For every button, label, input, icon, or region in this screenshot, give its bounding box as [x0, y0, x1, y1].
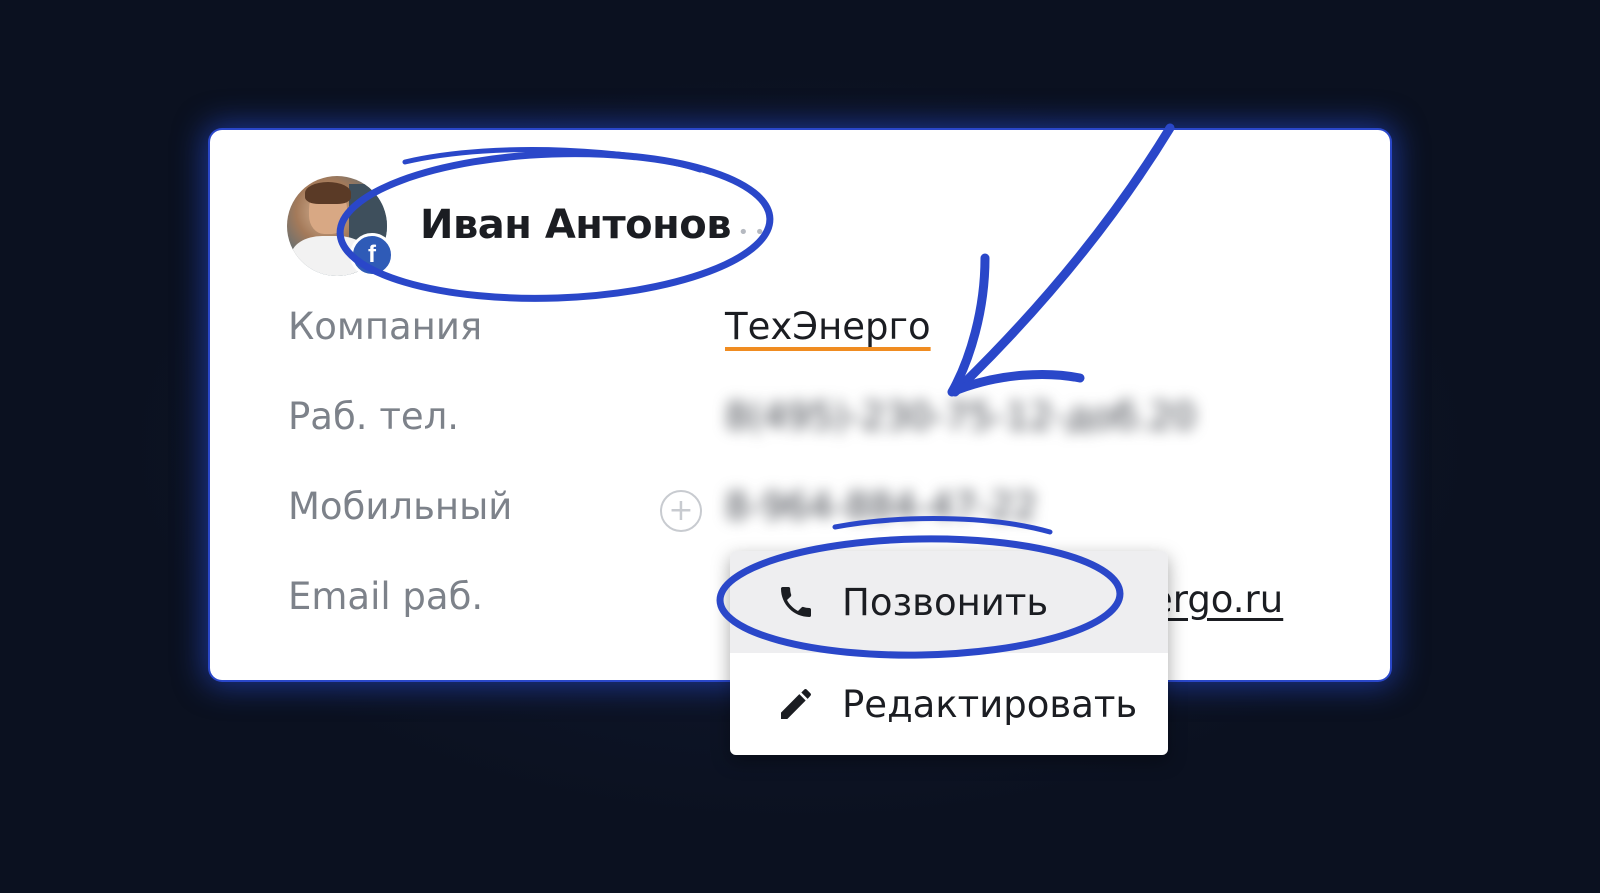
edit-menu-item[interactable]: Редактировать [730, 653, 1168, 755]
work-email-link[interactable]: ergo.ru [1150, 578, 1283, 621]
call-menu-item[interactable]: Позвонить [730, 551, 1168, 653]
phone-context-menu: Позвонить Редактировать [730, 551, 1168, 755]
more-dots-icon[interactable]: • • [738, 222, 765, 243]
work-email-label: Email раб. [288, 575, 484, 618]
contact-name: Иван Антонов [420, 202, 732, 248]
company-link[interactable]: ТехЭнерго [725, 305, 931, 348]
mobile-value[interactable]: 8-964-884-47-22 [725, 485, 1037, 528]
phone-icon [774, 580, 818, 624]
mobile-label: Мобильный [288, 485, 513, 528]
facebook-icon[interactable]: f [350, 233, 394, 277]
pencil-icon [774, 682, 818, 726]
work-phone-label: Раб. тел. [288, 395, 460, 438]
work-phone-value[interactable]: 8(495)-230-75-12-доб.20 [725, 395, 1196, 438]
screenshot-stage: f Иван Антонов • • Компания ТехЭнерго Ра… [0, 0, 1600, 893]
edit-menu-label: Редактировать [842, 682, 1138, 726]
add-phone-button[interactable]: + [660, 490, 702, 532]
avatar-hair [305, 182, 351, 204]
company-label: Компания [288, 305, 483, 348]
call-menu-label: Позвонить [842, 580, 1049, 624]
